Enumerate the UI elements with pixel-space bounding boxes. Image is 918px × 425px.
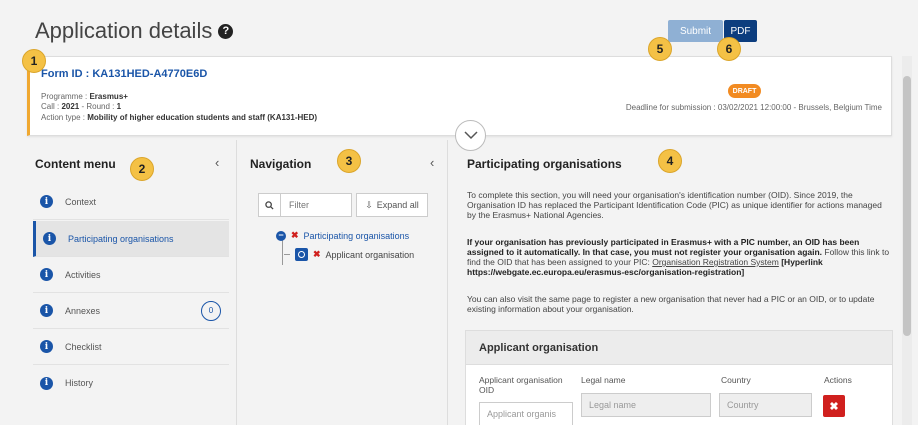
callout-badge-3: 3 [337, 149, 361, 173]
tree-item-participating-organisations[interactable]: − ✖ Participating organisations [276, 230, 409, 241]
callout-badge-2: 2 [130, 157, 154, 181]
callout-badge-1: 1 [22, 49, 46, 73]
callout-badge-6: 6 [717, 37, 741, 61]
action-type-line: Action type : Mobility of higher educati… [41, 113, 318, 122]
oid-label: Applicant organisation OID [479, 375, 563, 395]
filter-field [258, 193, 352, 217]
menu-item-annexes[interactable]: i Annexes 0 [33, 293, 229, 329]
info-icon: i [40, 304, 53, 317]
content-menu-panel: Content menu ‹ i Context i Participating… [27, 140, 237, 425]
main-content-panel: Participating organisations To complete … [455, 140, 895, 425]
menu-item-checklist[interactable]: i Checklist [33, 329, 229, 365]
info-icon: i [43, 232, 56, 245]
content-menu-title: Content menu [35, 157, 116, 171]
legal-name-field: Legal name [581, 393, 711, 417]
programme-line: Programme : Erasmus+ [41, 92, 128, 101]
deadline-text: Deadline for submission : 03/02/2021 12:… [625, 103, 882, 112]
node-icon [295, 248, 308, 261]
actions-label: Actions [824, 375, 852, 385]
submit-button[interactable]: Submit [668, 20, 723, 42]
collapse-left-icon[interactable]: ‹ [430, 155, 434, 170]
tree-item-applicant-organisation[interactable]: ✖ Applicant organisation [284, 248, 414, 261]
country-label: Country [721, 375, 751, 385]
organisation-registration-link[interactable]: Organisation Registration System [652, 257, 779, 267]
page-title: Application details ? [35, 18, 234, 44]
callout-badge-5: 5 [648, 37, 672, 61]
incomplete-x-icon: ✖ [313, 249, 321, 259]
status-badge: DRAFT [728, 84, 761, 98]
incomplete-x-icon: ✖ [291, 230, 299, 240]
info-icon: i [40, 340, 53, 353]
scrollbar[interactable] [902, 56, 912, 425]
oid-paragraph: If your organisation has previously part… [467, 237, 890, 277]
page-title-text: Application details [35, 18, 213, 43]
delete-button[interactable]: ✖ [823, 395, 845, 417]
help-icon[interactable]: ? [218, 23, 234, 39]
chevron-down-icon[interactable] [455, 120, 486, 151]
country-field: Country [719, 393, 812, 417]
collapse-left-icon[interactable]: ‹ [215, 155, 219, 170]
navigation-panel: Navigation ‹ ⇩ Expand all − ✖ Participat… [238, 140, 448, 425]
main-title: Participating organisations [467, 157, 622, 171]
info-icon: i [40, 376, 53, 390]
menu-item-participating-organisations[interactable]: i Participating organisations [33, 221, 229, 257]
tree-connector [282, 240, 283, 265]
legal-name-label: Legal name [581, 375, 626, 385]
collapse-node-icon[interactable]: − [276, 230, 286, 241]
search-icon[interactable] [259, 194, 281, 216]
tree-branch [284, 254, 290, 255]
info-icon: i [40, 268, 53, 281]
expand-icon: ⇩ [365, 199, 373, 210]
menu-item-activities[interactable]: i Activities [33, 257, 229, 293]
filter-input[interactable] [281, 200, 351, 210]
form-id[interactable]: Form ID : KA131HED-A4770E6D [41, 68, 207, 80]
call-line: Call : 2021 - Round : 1 [41, 102, 122, 111]
navigation-title: Navigation [250, 157, 312, 171]
intro-paragraph: To complete this section, you will need … [467, 190, 882, 220]
oid-input[interactable]: Applicant organis [479, 402, 573, 425]
menu-item-history[interactable]: i History [33, 365, 229, 401]
expand-all-button[interactable]: ⇩ Expand all [356, 193, 428, 217]
menu-item-context[interactable]: i Context [33, 184, 229, 220]
callout-badge-4: 4 [658, 149, 682, 173]
applicant-organisation-box: Applicant organisation Applicant organis… [465, 330, 893, 425]
register-paragraph: You can also visit the same page to regi… [467, 294, 875, 314]
applicant-header: Applicant organisation [466, 331, 892, 365]
annexes-count-badge: 0 [201, 300, 221, 321]
scrollbar-thumb[interactable] [903, 76, 911, 336]
info-icon: i [40, 195, 53, 208]
